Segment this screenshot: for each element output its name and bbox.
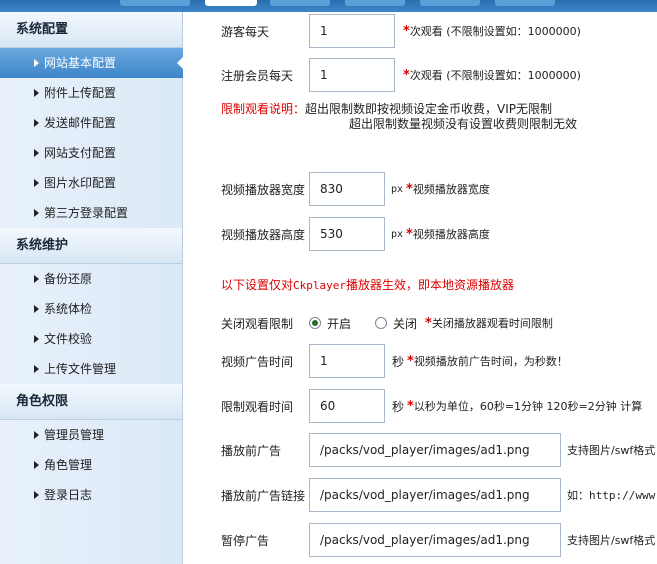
required-mark: * xyxy=(407,353,414,369)
pre-ad-link-row: 播放前广告链接 /packs/vod_player/images/ad1.png… xyxy=(221,478,657,512)
sidebar: 系统配置 网站基本配置 附件上传配置 发送邮件配置 网站支付配置 图片水印配置 … xyxy=(0,12,183,564)
close-limit-off-label: 关闭 xyxy=(393,316,418,331)
limit-note-title: 限制观看说明： xyxy=(221,102,306,116)
sidebar-item-role-manage[interactable]: 角色管理 xyxy=(0,450,182,480)
pre-ad-label: 播放前广告 xyxy=(221,443,282,458)
guest-daily-input[interactable]: 1 xyxy=(309,14,395,48)
required-mark: * xyxy=(425,315,432,331)
pause-ad-row: 暂停广告 /packs/vod_player/images/ad1.png 支持… xyxy=(221,523,655,557)
triangle-right-icon xyxy=(34,335,39,343)
required-mark: * xyxy=(406,226,413,242)
player-width-row: 视频播放器宽度 830 px * 视频播放器宽度 xyxy=(221,172,490,206)
pre-ad-link-label: 播放前广告链接 xyxy=(221,488,306,503)
triangle-right-icon xyxy=(34,119,39,127)
ad-time-hint: 视频播放前广告时间，为秒数！ xyxy=(413,355,568,368)
pre-ad-link-input[interactable]: /packs/vod_player/images/ad1.png xyxy=(309,478,561,512)
top-tab[interactable] xyxy=(120,0,190,6)
player-height-unit: px xyxy=(391,228,404,240)
member-daily-label: 注册会员每天 xyxy=(221,68,294,83)
player-height-label: 视频播放器高度 xyxy=(221,227,306,242)
ckplayer-note-suffix: 播放器生效，即本地资源播放器 xyxy=(346,278,515,292)
sidebar-item-login-log[interactable]: 登录日志 xyxy=(0,480,182,510)
ad-time-label: 视频广告时间 xyxy=(221,354,294,369)
player-width-hint: 视频播放器宽度 xyxy=(412,183,490,196)
sidebar-item-email-config[interactable]: 发送邮件配置 xyxy=(0,108,182,138)
pre-ad-link-hint: 如：http://www. xyxy=(567,489,657,502)
sidebar-group-system-config: 系统配置 xyxy=(0,12,182,48)
pre-ad-hint: 支持图片/swf格式 xyxy=(567,444,656,457)
sidebar-group-system-maintenance: 系统维护 xyxy=(0,228,182,264)
guest-daily-hint: 次观看 (不限制设置如：1000000) xyxy=(409,25,581,38)
member-daily-row: 注册会员每天 1 * 次观看 (不限制设置如：1000000) xyxy=(221,58,581,92)
triangle-right-icon xyxy=(34,149,39,157)
ckplayer-note-brand: Ckplayer xyxy=(293,279,346,292)
sidebar-item-payment-config[interactable]: 网站支付配置 xyxy=(0,138,182,168)
close-limit-label: 关闭观看限制 xyxy=(221,316,294,331)
guest-daily-label: 游客每天 xyxy=(221,24,270,39)
triangle-right-icon xyxy=(34,89,39,97)
player-width-unit: px xyxy=(391,183,404,195)
sidebar-item-system-check[interactable]: 系统体检 xyxy=(0,294,182,324)
member-daily-input[interactable]: 1 xyxy=(309,58,395,92)
sidebar-item-file-verify[interactable]: 文件校验 xyxy=(0,324,182,354)
ad-time-unit: 秒 xyxy=(392,354,405,369)
ad-time-input[interactable]: 1 xyxy=(309,344,385,378)
ad-time-row: 视频广告时间 1 秒 * 视频播放前广告时间，为秒数！ xyxy=(221,344,568,378)
triangle-right-icon xyxy=(34,431,39,439)
sidebar-group-role-permission: 角色权限 xyxy=(0,384,182,420)
close-limit-hint: 关闭播放器观看时间限制 xyxy=(431,317,553,330)
triangle-right-icon xyxy=(34,179,39,187)
required-mark: * xyxy=(406,181,413,197)
triangle-right-icon xyxy=(34,365,39,373)
triangle-right-icon xyxy=(34,275,39,283)
pause-ad-hint: 支持图片/swf格式 xyxy=(567,534,656,547)
sidebar-item-admin-manage[interactable]: 管理员管理 xyxy=(0,420,182,450)
limit-note: 限制观看说明：超出限制数即按视频设定金币收费，VIP无限制 超出限制数量视频没有… xyxy=(221,102,577,132)
required-mark: * xyxy=(407,398,414,414)
sidebar-item-site-basic-config[interactable]: 网站基本配置 xyxy=(0,48,183,78)
close-limit-on-radio[interactable] xyxy=(309,317,321,329)
triangle-right-icon xyxy=(34,209,39,217)
sidebar-item-backup-restore[interactable]: 备份还原 xyxy=(0,264,182,294)
limit-note-line1: 超出限制数即按视频设定金币收费，VIP无限制 xyxy=(305,102,553,116)
triangle-right-icon xyxy=(34,491,39,499)
player-height-hint: 视频播放器高度 xyxy=(412,228,490,241)
guest-daily-row: 游客每天 1 * 次观看 (不限制设置如：1000000) xyxy=(221,14,581,48)
limit-time-label: 限制观看时间 xyxy=(221,399,294,414)
sidebar-item-upload-file-manage[interactable]: 上传文件管理 xyxy=(0,354,182,384)
close-limit-row: 关闭观看限制 开启 关闭 * 关闭播放器观看时间限制 xyxy=(221,306,553,340)
ckplayer-note: 以下设置仅对Ckplayer播放器生效，即本地资源播放器 xyxy=(221,276,514,293)
limit-time-unit: 秒 xyxy=(392,399,405,414)
pre-ad-row: 播放前广告 /packs/vod_player/images/ad1.png 支… xyxy=(221,433,655,467)
sidebar-item-attachment-upload-config[interactable]: 附件上传配置 xyxy=(0,78,182,108)
triangle-right-icon xyxy=(34,59,39,67)
limit-time-input[interactable]: 60 xyxy=(309,389,385,423)
close-limit-off-radio[interactable] xyxy=(375,317,388,329)
player-height-input[interactable]: 530 xyxy=(309,217,385,251)
player-width-input[interactable]: 830 xyxy=(309,172,385,206)
sidebar-item-third-party-login-config[interactable]: 第三方登录配置 xyxy=(0,198,182,228)
member-daily-hint: 次观看 (不限制设置如：1000000) xyxy=(409,69,581,82)
player-width-label: 视频播放器宽度 xyxy=(221,182,306,197)
required-mark: * xyxy=(403,67,410,83)
close-limit-on-label: 开启 xyxy=(327,316,352,331)
limit-note-line2: 超出限制数量视频没有设置收费则限制无效 xyxy=(349,117,578,131)
sidebar-item-watermark-config[interactable]: 图片水印配置 xyxy=(0,168,182,198)
limit-time-hint: 以秒为单位，60秒=1分钟 120秒=2分钟 计算 xyxy=(413,400,643,413)
pre-ad-input[interactable]: /packs/vod_player/images/ad1.png xyxy=(309,433,561,467)
pause-ad-input[interactable]: /packs/vod_player/images/ad1.png xyxy=(309,523,561,557)
pause-ad-label: 暂停广告 xyxy=(221,533,270,548)
ckplayer-note-prefix: 以下设置仅对 xyxy=(221,278,294,292)
triangle-right-icon xyxy=(34,305,39,313)
player-height-row: 视频播放器高度 530 px * 视频播放器高度 xyxy=(221,217,490,251)
limit-time-row: 限制观看时间 60 秒 * 以秒为单位，60秒=1分钟 120秒=2分钟 计算 xyxy=(221,389,642,423)
required-mark: * xyxy=(403,23,410,39)
triangle-right-icon xyxy=(34,461,39,469)
settings-form: 游客每天 1 * 次观看 (不限制设置如：1000000) 注册会员每天 1 *… xyxy=(183,0,657,564)
